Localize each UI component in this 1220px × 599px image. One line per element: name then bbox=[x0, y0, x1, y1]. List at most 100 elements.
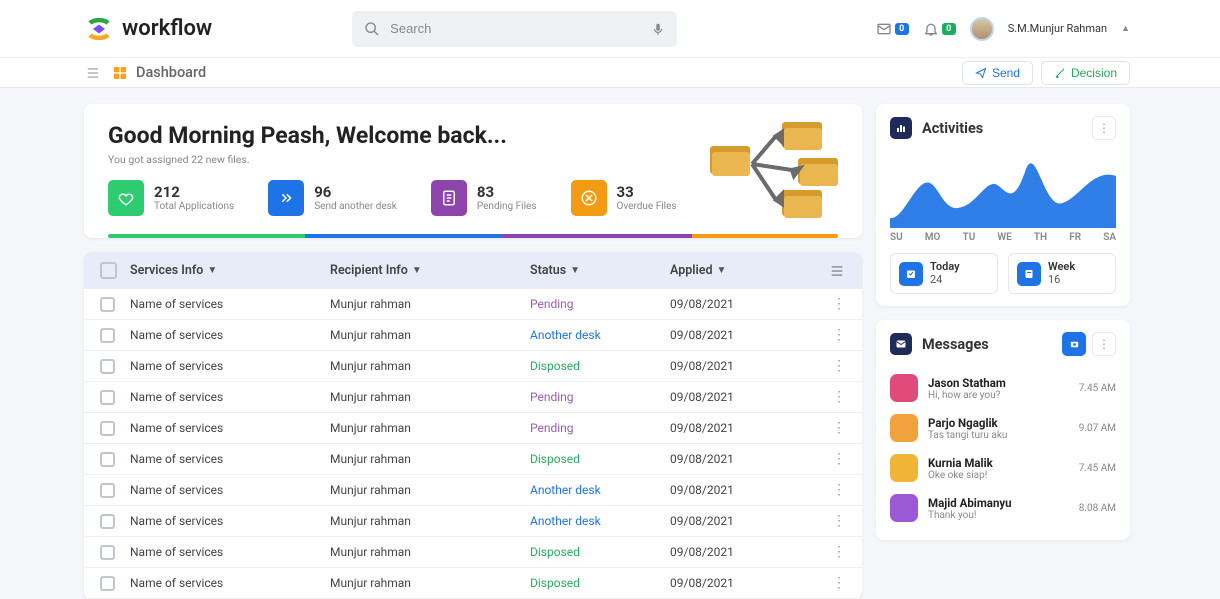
stat-value: 83 bbox=[477, 184, 537, 201]
compose-button[interactable] bbox=[1062, 332, 1086, 356]
cell-status: Another desk bbox=[530, 328, 670, 342]
row-checkbox[interactable] bbox=[100, 452, 115, 467]
messages-indicator[interactable]: 0 bbox=[876, 21, 909, 37]
row-actions-button[interactable]: ⋮ bbox=[832, 451, 846, 467]
week-icon bbox=[1017, 262, 1041, 286]
progress-bar bbox=[108, 234, 838, 238]
sort-icon[interactable]: ▼ bbox=[717, 265, 727, 276]
cell-recipient: Munjur rahman bbox=[330, 359, 530, 373]
stat-label: Overdue Files bbox=[617, 201, 677, 212]
messages-menu-button[interactable]: ⋮ bbox=[1092, 332, 1116, 356]
sort-icon[interactable]: ▼ bbox=[570, 265, 580, 276]
table-settings-icon[interactable] bbox=[828, 264, 846, 278]
table-row[interactable]: Name of services Munjur rahman Disposed … bbox=[84, 568, 862, 599]
stat-icon bbox=[431, 180, 467, 216]
period-week[interactable]: Week16 bbox=[1008, 253, 1116, 294]
table-row[interactable]: Name of services Munjur rahman Another d… bbox=[84, 475, 862, 506]
search-box[interactable] bbox=[352, 11, 677, 47]
select-all-checkbox[interactable] bbox=[100, 262, 117, 279]
activities-chart bbox=[890, 148, 1116, 228]
sort-icon[interactable]: ▼ bbox=[207, 265, 217, 276]
send-button[interactable]: Send bbox=[962, 61, 1033, 85]
avatar[interactable] bbox=[970, 17, 994, 41]
table-row[interactable]: Name of services Munjur rahman Disposed … bbox=[84, 537, 862, 568]
search-icon bbox=[364, 21, 380, 37]
envelope-icon bbox=[876, 21, 892, 37]
cell-service: Name of services bbox=[130, 421, 330, 435]
cell-applied: 09/08/2021 bbox=[670, 297, 815, 311]
weekday-label: FR bbox=[1069, 232, 1081, 243]
row-checkbox[interactable] bbox=[100, 514, 115, 529]
activities-menu-button[interactable]: ⋮ bbox=[1092, 116, 1116, 140]
col-recipient[interactable]: Recipient Info bbox=[330, 263, 408, 278]
cell-service: Name of services bbox=[130, 297, 330, 311]
brand[interactable]: workflow bbox=[84, 14, 212, 44]
weekday-label: MO bbox=[925, 232, 941, 243]
row-checkbox[interactable] bbox=[100, 390, 115, 405]
cell-applied: 09/08/2021 bbox=[670, 452, 815, 466]
page-title: Dashboard bbox=[136, 64, 206, 81]
bell-icon bbox=[923, 21, 939, 37]
content: Good Morning Peash, Welcome back... You … bbox=[0, 88, 1220, 599]
cell-status: Another desk bbox=[530, 514, 670, 528]
row-actions-button[interactable]: ⋮ bbox=[832, 389, 846, 405]
stat-0: 212 Total Applications bbox=[108, 180, 234, 216]
row-actions-button[interactable]: ⋮ bbox=[832, 358, 846, 374]
row-checkbox[interactable] bbox=[100, 297, 115, 312]
chevron-down-icon[interactable]: ▲ bbox=[1121, 23, 1130, 34]
table-row[interactable]: Name of services Munjur rahman Another d… bbox=[84, 506, 862, 537]
row-actions-button[interactable]: ⋮ bbox=[832, 575, 846, 591]
week-label: Week bbox=[1048, 261, 1075, 273]
message-item[interactable]: Majid Abimanyu Thank you! 8.08 AM bbox=[890, 488, 1116, 528]
row-actions-button[interactable]: ⋮ bbox=[832, 544, 846, 560]
cell-service: Name of services bbox=[130, 390, 330, 404]
cell-applied: 09/08/2021 bbox=[670, 359, 815, 373]
row-actions-button[interactable]: ⋮ bbox=[832, 513, 846, 529]
col-status[interactable]: Status bbox=[530, 263, 566, 278]
stat-icon bbox=[108, 180, 144, 216]
message-item[interactable]: Parjo Ngaglik Tas tangi turu aku 9.07 AM bbox=[890, 408, 1116, 448]
row-actions-button[interactable]: ⋮ bbox=[832, 420, 846, 436]
table-row[interactable]: Name of services Munjur rahman Another d… bbox=[84, 320, 862, 351]
row-checkbox[interactable] bbox=[100, 576, 115, 591]
row-checkbox[interactable] bbox=[100, 483, 115, 498]
cell-service: Name of services bbox=[130, 483, 330, 497]
row-actions-button[interactable]: ⋮ bbox=[832, 327, 846, 343]
period-today[interactable]: Today24 bbox=[890, 253, 998, 294]
decision-button[interactable]: Decision bbox=[1041, 61, 1130, 85]
stat-1: 96 Send another desk bbox=[268, 180, 397, 216]
col-applied[interactable]: Applied bbox=[670, 263, 713, 278]
row-checkbox[interactable] bbox=[100, 359, 115, 374]
row-checkbox[interactable] bbox=[100, 421, 115, 436]
alerts-indicator[interactable]: 0 bbox=[923, 21, 956, 37]
grid-icon[interactable] bbox=[112, 65, 128, 81]
cell-service: Name of services bbox=[130, 576, 330, 590]
stat-label: Send another desk bbox=[314, 201, 397, 212]
brand-logo-icon bbox=[84, 14, 114, 44]
table-row[interactable]: Name of services Munjur rahman Pending 0… bbox=[84, 413, 862, 444]
cell-status: Disposed bbox=[530, 576, 670, 590]
message-text: Hi, how are you? bbox=[928, 390, 1006, 401]
table-row[interactable]: Name of services Munjur rahman Pending 0… bbox=[84, 289, 862, 320]
sort-icon[interactable]: ▼ bbox=[412, 265, 422, 276]
message-item[interactable]: Jason Statham Hi, how are you? 7.45 AM bbox=[890, 368, 1116, 408]
message-time: 7.45 AM bbox=[1079, 463, 1116, 474]
row-checkbox[interactable] bbox=[100, 328, 115, 343]
topbar-right: 0 0 S.M.Munjur Rahman ▲ bbox=[876, 17, 1130, 41]
cell-service: Name of services bbox=[130, 359, 330, 373]
microphone-icon[interactable] bbox=[651, 22, 665, 36]
table-row[interactable]: Name of services Munjur rahman Disposed … bbox=[84, 351, 862, 382]
message-name: Kurnia Malik bbox=[928, 456, 993, 470]
table-row[interactable]: Name of services Munjur rahman Disposed … bbox=[84, 444, 862, 475]
decision-label: Decision bbox=[1071, 66, 1117, 80]
hamburger-icon[interactable] bbox=[84, 66, 102, 80]
table-row[interactable]: Name of services Munjur rahman Pending 0… bbox=[84, 382, 862, 413]
row-actions-button[interactable]: ⋮ bbox=[832, 296, 846, 312]
weekday-label: SA bbox=[1103, 232, 1116, 243]
cell-applied: 09/08/2021 bbox=[670, 421, 815, 435]
search-input[interactable] bbox=[390, 21, 641, 36]
row-checkbox[interactable] bbox=[100, 545, 115, 560]
message-item[interactable]: Kurnia Malik Oke oke siap! 7.45 AM bbox=[890, 448, 1116, 488]
col-services[interactable]: Services Info bbox=[130, 263, 203, 278]
row-actions-button[interactable]: ⋮ bbox=[832, 482, 846, 498]
